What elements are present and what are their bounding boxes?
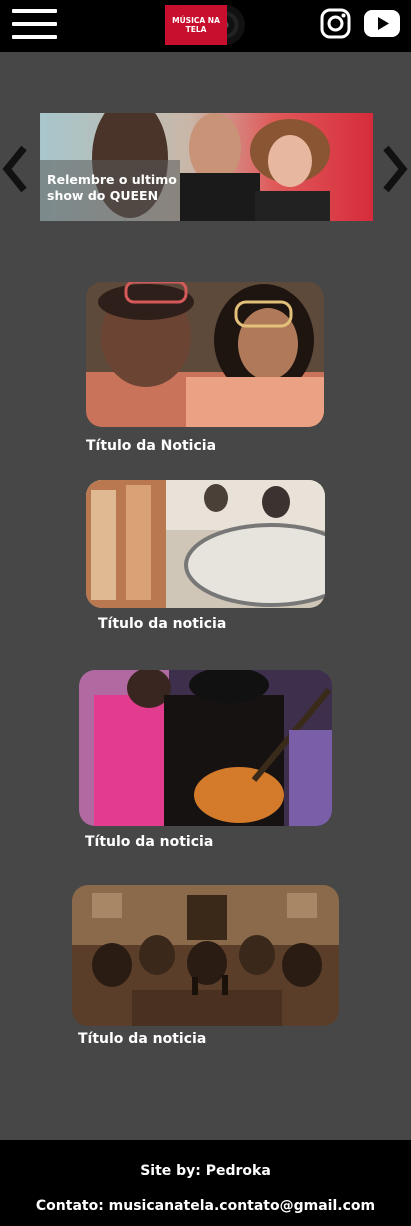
news-title-3[interactable]: Título da noticia xyxy=(85,834,213,850)
news-image-4[interactable] xyxy=(72,885,339,1026)
news-image-3[interactable] xyxy=(79,670,332,826)
hamburger-menu-icon[interactable] xyxy=(12,9,57,41)
featured-banner[interactable]: Relembre o ultimo show do QUEEN xyxy=(40,113,373,221)
news-title-4[interactable]: Título da noticia xyxy=(78,1031,206,1047)
chevron-right-icon[interactable] xyxy=(382,145,408,193)
footer-credits: Site by: Pedroka xyxy=(140,1163,271,1179)
top-bar: MÚSICA NA TELA xyxy=(0,0,411,52)
youtube-icon[interactable] xyxy=(364,10,400,37)
news-title-1[interactable]: Título da Noticia xyxy=(86,438,216,454)
guitar-performance-photo xyxy=(79,670,332,826)
news-image-2[interactable] xyxy=(86,480,325,608)
site-logo[interactable]: MÚSICA NA TELA xyxy=(165,5,245,45)
jazz-painting-photo xyxy=(72,885,339,1026)
drum-band-photo xyxy=(86,480,325,608)
chevron-left-icon[interactable] xyxy=(2,145,28,193)
news-image-1[interactable] xyxy=(86,282,324,427)
news-title-2[interactable]: Título da noticia xyxy=(98,616,226,632)
banner-caption: Relembre o ultimo show do QUEEN xyxy=(40,160,180,221)
silk-sonic-photo xyxy=(86,282,324,427)
footer: Site by: Pedroka Contato: musicanatela.c… xyxy=(0,1140,411,1226)
logo-text: MÚSICA NA TELA xyxy=(165,5,227,45)
instagram-icon[interactable] xyxy=(320,8,351,39)
footer-contact[interactable]: Contato: musicanatela.contato@gmail.com xyxy=(0,1198,411,1214)
